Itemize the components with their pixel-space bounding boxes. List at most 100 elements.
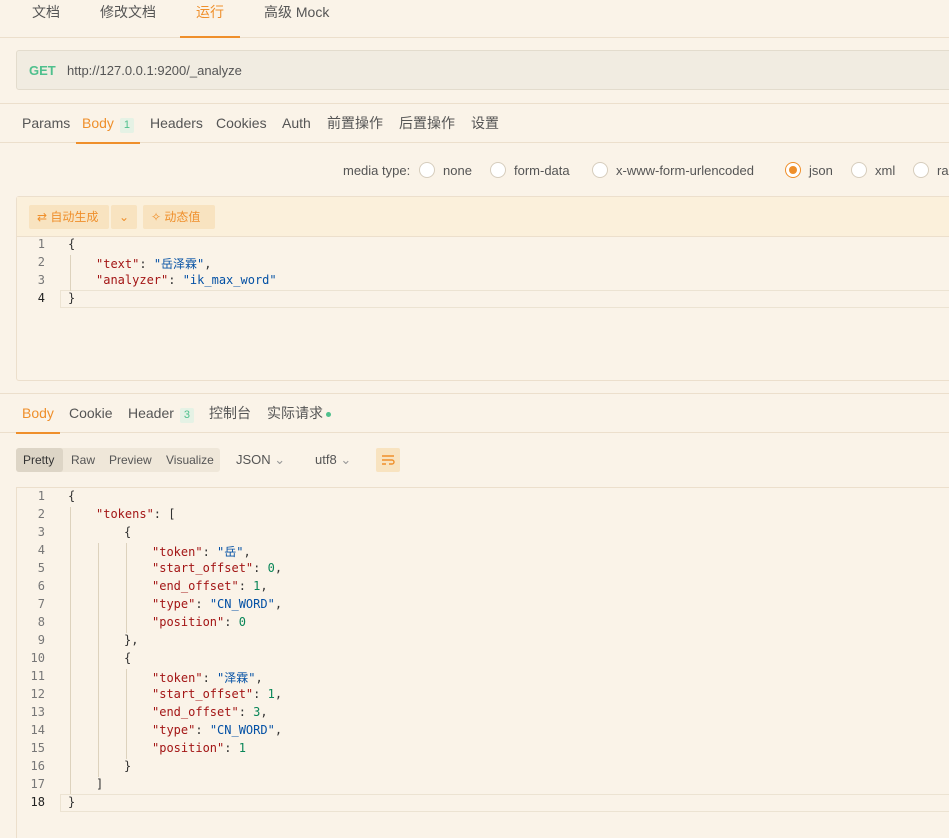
tab-settings[interactable]: 设置 [471, 104, 499, 144]
line-number: 14 [30, 723, 45, 737]
view-raw[interactable]: Raw [64, 448, 102, 472]
json-punctuation: : [ [153, 507, 176, 521]
radio-xml[interactable] [851, 162, 867, 178]
tab-params[interactable]: Params [22, 104, 70, 144]
json-key: "start_offset" [152, 687, 254, 701]
tab-body-label: Body [82, 115, 114, 131]
magic-icon: ✧ [151, 210, 162, 224]
json-punctuation: , [274, 687, 283, 701]
indent-guide [70, 255, 71, 291]
tab-response-cookie[interactable]: Cookie [69, 394, 113, 434]
json-key: "text" [96, 257, 140, 271]
code-line: { [68, 237, 76, 251]
json-value: 0 [267, 561, 275, 575]
media-option-form-data[interactable]: form-data [514, 162, 570, 180]
current-line-highlight [60, 290, 949, 308]
json-punctuation: } [68, 795, 76, 809]
media-option-xml[interactable]: xml [875, 162, 895, 180]
line-number: 3 [37, 273, 45, 287]
request-body-editor[interactable]: ⇄ 自动生成 ⌄ ✧ 动态值 [16, 196, 949, 381]
tab-response-header[interactable]: Header 3 [128, 394, 195, 434]
line-number: 4 [37, 543, 45, 557]
auto-generate-dropdown[interactable]: ⌄ [111, 205, 137, 229]
code-line: { [124, 525, 131, 539]
line-number: 4 [37, 291, 45, 305]
line-number: 11 [30, 669, 45, 683]
media-option-json[interactable]: json [809, 162, 833, 180]
json-punctuation: : [238, 579, 254, 593]
tab-post-operations[interactable]: 后置操作 [399, 104, 455, 144]
code-line: "analyzer": "ik_max_word" [96, 273, 277, 287]
view-mode-switch: Pretty Raw Preview Visualize [16, 448, 220, 472]
dynamic-value-button[interactable]: ✧ 动态值 [143, 205, 215, 229]
header-count-badge: 3 [179, 408, 195, 423]
json-key: "token" [152, 671, 203, 685]
line-number: 7 [37, 597, 45, 611]
json-punctuation: : [202, 545, 218, 559]
http-method[interactable]: GET [29, 63, 56, 78]
tab-edit-docs[interactable]: 修改文档 [100, 0, 156, 38]
json-key: "tokens" [96, 507, 154, 521]
radio-raw[interactable] [913, 162, 929, 178]
chevron-down-icon: ⌄ [274, 452, 286, 467]
response-body-viewer[interactable] [16, 487, 949, 838]
top-tab-bar: 文档 修改文档 运行 高级 Mock [0, 0, 949, 38]
json-punctuation: : [195, 723, 210, 737]
tab-pre-operations[interactable]: 前置操作 [327, 104, 383, 144]
format-select[interactable]: JSON ⌄ [236, 452, 285, 468]
tab-docs[interactable]: 文档 [32, 0, 60, 38]
tab-actual-request[interactable]: 实际请求 [267, 394, 331, 434]
line-number: 18 [30, 795, 45, 809]
radio-json[interactable] [785, 162, 801, 178]
json-punctuation: } [124, 759, 132, 773]
json-punctuation: }, [124, 633, 139, 647]
code-line: } [124, 759, 131, 773]
tab-cookies[interactable]: Cookies [216, 104, 267, 144]
radio-form-data[interactable] [490, 162, 506, 178]
tab-headers[interactable]: Headers [150, 104, 203, 144]
code-line: "start_offset": 1, [152, 687, 282, 701]
line-number: 2 [37, 507, 45, 521]
status-dot [326, 411, 331, 417]
json-value: "泽霖" [217, 671, 256, 685]
wrap-lines-icon [382, 455, 395, 465]
tab-console[interactable]: 控制台 [209, 394, 251, 434]
tab-response-body[interactable]: Body [16, 394, 60, 434]
media-option-urlencoded[interactable]: x-www-form-urlencoded [616, 162, 754, 180]
body-count-badge: 1 [119, 118, 135, 133]
radio-urlencoded[interactable] [592, 162, 608, 178]
line-number: 5 [37, 561, 45, 575]
line-number: 12 [30, 687, 45, 701]
url-input[interactable]: http://127.0.0.1:9200/_analyze [67, 63, 242, 78]
code-line: "tokens": [ [96, 507, 175, 521]
wrap-lines-button[interactable] [376, 448, 400, 472]
editor-toolbar: ⇄ 自动生成 ⌄ ✧ 动态值 [17, 197, 949, 237]
json-punctuation: , [274, 597, 283, 611]
json-value: 1 [238, 741, 246, 755]
radio-none[interactable] [419, 162, 435, 178]
json-punctuation: { [124, 525, 132, 539]
url-bar[interactable]: GET http://127.0.0.1:9200/_analyze [16, 50, 949, 90]
tab-body[interactable]: Body 1 [76, 104, 141, 144]
code-line: "position": 1 [152, 741, 246, 755]
json-punctuation: , [260, 579, 268, 593]
json-value: 1 [267, 687, 275, 701]
line-number: 13 [30, 705, 45, 719]
json-key: "end_offset" [152, 705, 239, 719]
view-visualize[interactable]: Visualize [159, 448, 221, 472]
view-preview[interactable]: Preview [102, 448, 159, 472]
tab-auth[interactable]: Auth [282, 104, 311, 144]
json-punctuation: , [274, 723, 283, 737]
tab-advanced-mock[interactable]: 高级 Mock [264, 0, 329, 38]
line-number: 10 [30, 651, 45, 665]
tab-run[interactable]: 运行 [180, 0, 240, 38]
media-option-none[interactable]: none [443, 162, 472, 180]
view-pretty[interactable]: Pretty [16, 448, 63, 472]
refresh-icon: ⇄ [37, 210, 48, 224]
chevron-down-icon: ⌄ [340, 452, 352, 467]
auto-generate-button[interactable]: ⇄ 自动生成 [29, 205, 109, 229]
media-option-raw[interactable]: ra [937, 162, 949, 180]
line-number: 2 [37, 255, 45, 269]
encoding-value: utf8 [315, 452, 337, 467]
encoding-select[interactable]: utf8 ⌄ [315, 452, 351, 468]
